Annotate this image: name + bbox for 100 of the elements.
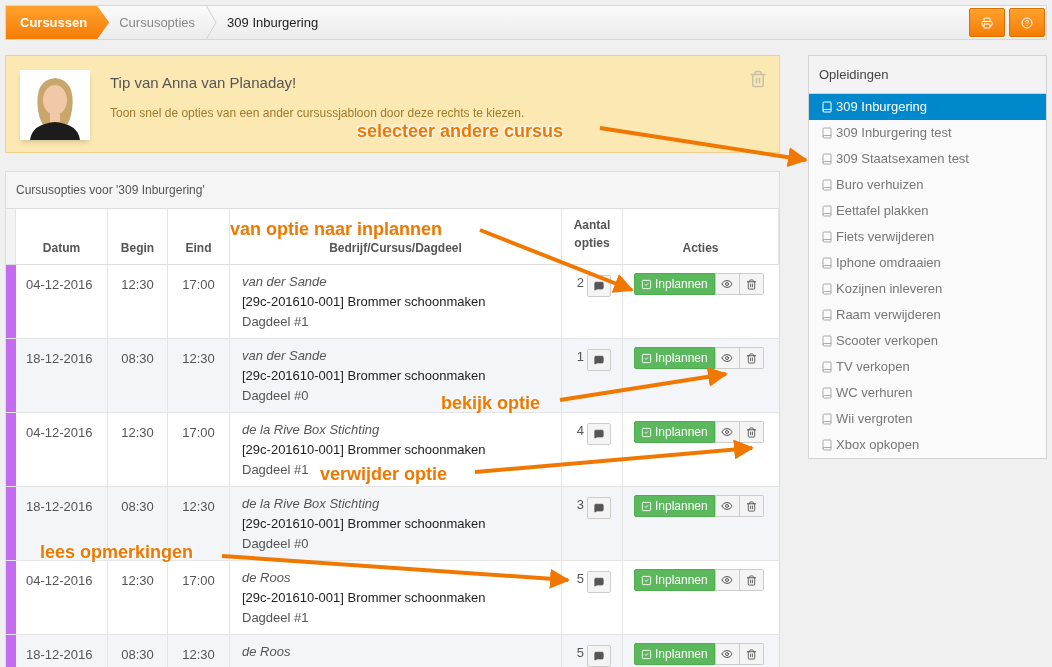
schedule-button[interactable]: Inplannen <box>634 273 715 295</box>
view-icon <box>721 426 734 438</box>
sidebar-item[interactable]: Fiets verwijderen <box>809 224 1046 250</box>
date-cell: 04-12-2016 <box>26 425 93 440</box>
view-button[interactable] <box>714 643 740 665</box>
book-icon <box>821 309 833 321</box>
end-cell: 17:00 <box>182 573 215 588</box>
delete-icon <box>745 278 757 290</box>
begin-cell: 08:30 <box>121 499 154 514</box>
view-button[interactable] <box>714 347 740 369</box>
comments-button[interactable] <box>587 497 611 519</box>
sidebar-title: Opleidingen <box>809 56 1046 94</box>
date-cell: 18-12-2016 <box>26 647 93 662</box>
view-button[interactable] <box>714 273 740 295</box>
tip-text: Toon snel de opties van een ander cursussjabloon door deze rechts te kiezen. <box>110 104 525 122</box>
view-icon <box>721 574 734 586</box>
sidebar-item[interactable]: Eettafel plakken <box>809 198 1046 224</box>
breadcrumb-link[interactable]: 309 Inburgering <box>217 6 329 39</box>
delete-icon <box>745 352 757 364</box>
view-button[interactable] <box>714 495 740 517</box>
check-icon <box>641 500 652 512</box>
breadcrumb-link[interactable]: Cursussen <box>6 6 110 39</box>
company-name: de la Rive Box Stichting <box>242 422 380 438</box>
option-count: 3 <box>576 497 584 513</box>
sidebar-item[interactable]: Iphone omdraaien <box>809 250 1046 276</box>
comment-icon <box>594 281 604 291</box>
comments-button[interactable] <box>587 645 611 667</box>
option-count: 4 <box>576 423 584 439</box>
check-icon <box>641 352 652 364</box>
print-button[interactable] <box>969 8 1005 37</box>
comments-button[interactable] <box>587 349 611 371</box>
company-name: van der Sande <box>242 274 327 290</box>
book-icon <box>821 205 833 217</box>
check-icon <box>641 426 652 438</box>
sidebar-item[interactable]: Buro verhuizen <box>809 172 1046 198</box>
schedule-button[interactable]: Inplannen <box>634 495 715 517</box>
delete-button[interactable] <box>739 495 764 517</box>
column-header: Eind <box>185 240 212 257</box>
book-icon <box>821 283 833 295</box>
part-label: Dagdeel #1 <box>242 462 309 478</box>
date-cell: 04-12-2016 <box>26 573 93 588</box>
delete-icon <box>745 648 757 660</box>
annotation-label: selecteer andere cursus <box>357 120 564 143</box>
course-name: [29c-201610-001] Brommer schoonmaken <box>242 590 486 606</box>
delete-button[interactable] <box>739 421 764 443</box>
company-name: de Roos <box>242 644 291 660</box>
sidebar-item[interactable]: 309 Staatsexamen test <box>809 146 1046 172</box>
help-button[interactable] <box>1009 8 1045 37</box>
begin-cell: 12:30 <box>121 277 154 292</box>
comments-button[interactable] <box>587 571 611 593</box>
option-count: 5 <box>576 571 584 587</box>
check-icon <box>641 574 652 586</box>
column-header: Aantal opties <box>572 217 612 252</box>
book-icon <box>821 153 833 165</box>
view-icon <box>721 352 734 364</box>
book-icon <box>821 257 833 269</box>
delete-button[interactable] <box>739 273 764 295</box>
schedule-button[interactable]: Inplannen <box>634 347 715 369</box>
begin-cell: 08:30 <box>121 647 154 662</box>
comment-icon <box>594 355 604 365</box>
comment-icon <box>594 503 604 513</box>
view-button[interactable] <box>714 421 740 443</box>
tip-title: Tip van Anna van Planaday! <box>110 73 298 93</box>
company-name: de Roos <box>242 570 291 586</box>
book-icon <box>821 127 833 139</box>
book-icon <box>821 231 833 243</box>
check-icon <box>641 648 652 660</box>
option-count: 2 <box>576 275 584 291</box>
sidebar-item[interactable]: Kozijnen inleveren <box>809 276 1046 302</box>
sidebar-item[interactable]: Wii vergroten <box>809 406 1046 432</box>
delete-button[interactable] <box>739 643 764 665</box>
comment-icon <box>594 651 604 661</box>
book-icon <box>821 335 833 347</box>
end-cell: 12:30 <box>182 647 215 662</box>
sidebar-item[interactable]: 309 Inburgering <box>809 94 1046 120</box>
schedule-button[interactable]: Inplannen <box>634 569 715 591</box>
schedule-button[interactable]: Inplannen <box>634 421 715 443</box>
view-icon <box>721 500 734 512</box>
sidebar-item[interactable]: Xbox opkopen <box>809 432 1046 458</box>
annotation-label: lees opmerkingen <box>40 541 194 564</box>
comment-icon <box>594 429 604 439</box>
sidebar-item[interactable]: WC verhuren <box>809 380 1046 406</box>
sidebar-item[interactable]: 309 Inburgering test <box>809 120 1046 146</box>
delete-button[interactable] <box>739 347 764 369</box>
comments-button[interactable] <box>587 423 611 445</box>
delete-button[interactable] <box>739 569 764 591</box>
sidebar-item[interactable]: Raam verwijderen <box>809 302 1046 328</box>
sidebar-item[interactable]: TV verkopen <box>809 354 1046 380</box>
end-cell: 17:00 <box>182 425 215 440</box>
option-count: 5 <box>576 645 584 661</box>
schedule-button[interactable]: Inplannen <box>634 643 715 665</box>
part-label: Dagdeel #1 <box>242 610 309 626</box>
delete-icon <box>745 500 757 512</box>
delete-icon <box>745 426 757 438</box>
course-name: [29c-201610-001] Brommer schoonmaken <box>242 516 486 532</box>
breadcrumb-link[interactable]: Cursusopties <box>109 6 206 39</box>
panel-title: Cursusopties voor '309 Inburgering' <box>6 172 779 209</box>
view-button[interactable] <box>714 569 740 591</box>
sidebar-item[interactable]: Scooter verkopen <box>809 328 1046 354</box>
date-cell: 18-12-2016 <box>26 351 93 366</box>
